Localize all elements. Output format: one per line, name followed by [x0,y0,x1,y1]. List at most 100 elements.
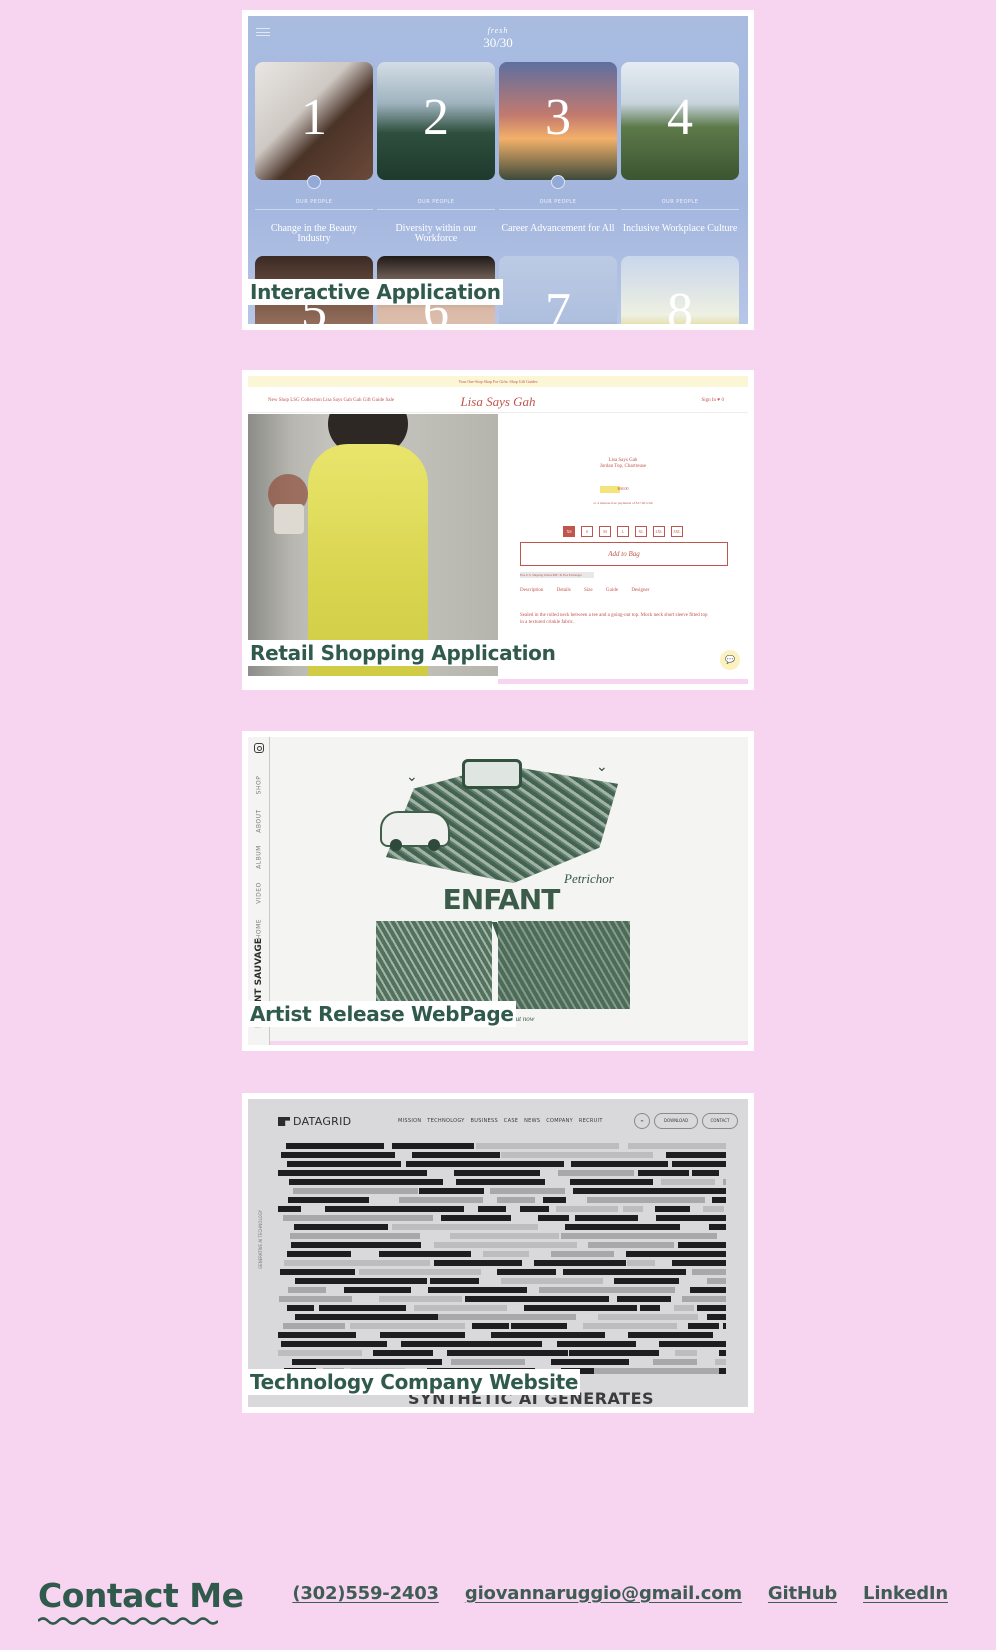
glitch-bar [281,1341,388,1347]
glitch-bar [291,1242,421,1248]
toggle-icon: ≡ [634,1113,650,1129]
glitch-bar [671,1260,726,1266]
glitch-bar [714,1359,726,1365]
glitch-bar [283,1323,346,1329]
shipping-note: Free U.S. Shipping Orders $99+ & Free Ex… [520,572,594,578]
glitch-bar [401,1341,543,1347]
rearview-mirror-portrait [462,759,522,789]
glitch-bar [655,1215,726,1221]
divider [270,1041,748,1045]
glitch-bar [434,1260,523,1266]
glitch-bar [427,1287,528,1293]
tile-image: 4 [621,62,739,180]
glitch-bar [557,1341,636,1347]
tile-indicator-dot [307,175,321,189]
glitch-bar [551,1359,630,1365]
linkedin-link[interactable]: LinkedIn [863,1583,948,1604]
project-screenshot: Your One-Stop Shop For Gifts: Shop Gift … [248,376,748,684]
glitch-bar [476,1143,620,1149]
tile-number: 1 [301,89,327,146]
glitch-bar [380,1332,465,1338]
glitch-bar [451,1359,526,1365]
phone-link[interactable]: (302)559-2403 [292,1583,439,1604]
glitch-bar [411,1152,500,1158]
glitch-bar [626,1260,656,1266]
tile-title: Career Advancement for All [501,223,615,234]
contact-heading: Contact Me [38,1576,244,1615]
glitch-bar [277,1206,301,1212]
app-brand: 30/30 [483,35,513,50]
app-brand-small: fresh [487,26,509,35]
product-name: Jordan Top, Chartreuse [599,464,647,469]
installments: or 4 interest-free payments of $17.00 wi… [593,501,653,505]
tile-image: 8 [621,256,739,324]
glitch-bar [284,1260,430,1266]
glitch-bar [391,1143,474,1149]
product-price: $68.00 [617,486,629,491]
project-caption: Interactive Application [248,279,503,305]
size-option: M [599,526,611,537]
product-description: Sealed in the rolled neck between a tee … [520,613,708,625]
glitch-bar [433,1242,578,1248]
email-link[interactable]: giovannaruggio@gmail.com [465,1583,742,1604]
glitch-bar [627,1332,713,1338]
glitch-bar [286,1251,351,1257]
product-info: Lisa Says Gah Jordan Top, Chartreuse $68… [498,414,748,676]
glitch-bar [711,1197,726,1203]
glitch-bar [511,1323,568,1329]
glitch-bar [501,1278,604,1284]
chat-icon: 💬 [720,650,740,670]
tile-number: 4 [667,89,693,146]
glitch-bar [639,1305,660,1311]
glitch-bar [696,1305,726,1311]
glitch-bar [625,1251,726,1257]
glitch-bar [690,1287,726,1293]
project-card-technology-company-website[interactable]: DATAGRID MISSION TECHNOLOGY BUSINESS CAS… [242,1093,754,1413]
glitch-bar [344,1287,412,1293]
glitch-bar [287,1197,370,1203]
divider [621,209,739,210]
project-card-artist-release-webpage[interactable]: SHOP ABOUT ALBUM VIDEO HOME ENFANT SAUVA… [242,731,754,1051]
product-tabs: Description Details Size Guide Designer [520,588,650,593]
glitch-bar [708,1224,726,1230]
project-screenshot: SHOP ABOUT ALBUM VIDEO HOME ENFANT SAUVA… [248,737,748,1045]
size-option: 2XL [653,526,665,537]
github-link[interactable]: GitHub [768,1583,837,1604]
project-card-interactive-application[interactable]: fresh 30/30 1 2 3 4 OUR PEOPLE OUR PEOPL… [242,10,754,330]
glitch-bar [672,1161,726,1167]
glitch-bar [524,1305,637,1311]
glitch-bar [718,1368,726,1374]
car-illustration [380,811,450,851]
tile-title: Diversity within our Workforce [395,223,477,244]
tile-tag: OUR PEOPLE [661,199,699,205]
glitch-bar [616,1296,671,1302]
project-screenshot: fresh 30/30 1 2 3 4 OUR PEOPLE OUR PEOPL… [248,16,748,324]
glitch-bar [573,1188,726,1194]
glitch-bar [571,1161,668,1167]
nav-about: ABOUT [255,809,263,833]
squiggle-underline [38,1617,218,1625]
add-to-bag-button: Add to Bag [520,542,728,566]
company-logo-text: DATAGRID [293,1115,352,1128]
glitch-bar [556,1206,618,1212]
divider [377,209,495,210]
glitch-bar [574,1215,638,1221]
glitch-bar [406,1161,565,1167]
tile-number: 8 [667,283,693,324]
tile-tag: OUR PEOPLE [295,199,333,205]
tile-image: 3 [499,62,617,180]
glitch-bar [562,1269,686,1275]
contact-links: (302)559-2403 giovannaruggio@gmail.com G… [292,1583,948,1604]
glitch-bar [496,1269,557,1275]
project-card-retail-shopping-application[interactable]: Your One-Stop Shop For Gifts: Shop Gift … [242,370,754,690]
project-caption: Retail Shopping Application [248,640,558,666]
glitch-bar [483,1251,529,1257]
glitch-bar [413,1305,507,1311]
glitch-bar [287,1287,327,1293]
glitch-bar [288,1179,443,1185]
tile-title: Change in the Beauty Industry [270,223,358,244]
glitch-bar [692,1170,719,1176]
glitch-bar [678,1242,726,1248]
glitch-bar [294,1224,389,1230]
glitch-bar [446,1350,569,1356]
